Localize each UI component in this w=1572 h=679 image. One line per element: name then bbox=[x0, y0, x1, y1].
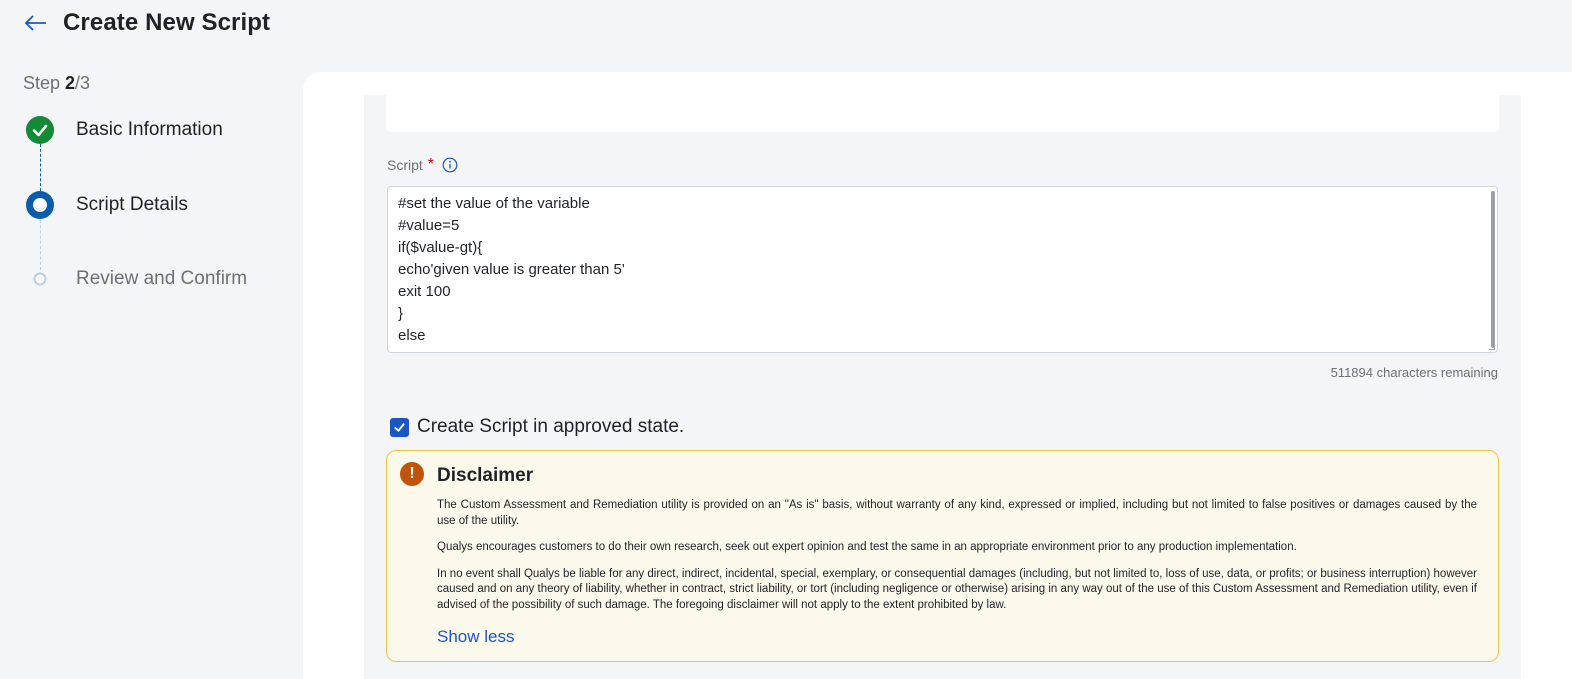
pending-step-icon bbox=[33, 272, 47, 286]
page-header: Create New Script bbox=[0, 0, 1572, 52]
disclaimer-body: The Custom Assessment and Remediation ut… bbox=[437, 498, 1477, 624]
script-line: echo'given value is greater than 5' bbox=[398, 261, 625, 278]
step-counter: Step 2/3 bbox=[23, 73, 91, 93]
script-content: #set the value of the variable #value=5 … bbox=[398, 193, 625, 347]
stepper: Step 2/3 Basic Information Script Detail… bbox=[0, 60, 300, 660]
script-line: } bbox=[398, 305, 404, 322]
active-step-icon bbox=[26, 191, 54, 219]
script-line: exit 100 bbox=[398, 283, 451, 300]
required-mark: * bbox=[427, 156, 435, 173]
script-line: #set the value of the variable bbox=[398, 195, 590, 212]
step-review-and-confirm[interactable]: Review and Confirm bbox=[0, 264, 300, 304]
script-line: if($value-gt){ bbox=[398, 239, 483, 256]
step-basic-information[interactable]: Basic Information bbox=[0, 115, 300, 155]
step-label: Script Details bbox=[76, 194, 188, 215]
textarea-scrollbar[interactable] bbox=[1491, 191, 1495, 348]
disclaimer-paragraph: The Custom Assessment and Remediation ut… bbox=[437, 499, 1477, 527]
disclaimer-paragraph: Qualys encourages customers to do their … bbox=[437, 541, 1297, 553]
exclamation-icon: ! bbox=[400, 462, 424, 486]
page-title: Create New Script bbox=[63, 9, 271, 36]
approve-checkbox[interactable] bbox=[390, 417, 409, 437]
arrow-left-icon[interactable] bbox=[22, 10, 50, 36]
resize-handle[interactable] bbox=[1489, 344, 1495, 350]
script-line: else bbox=[398, 327, 426, 344]
check-circle-icon bbox=[26, 116, 54, 144]
approve-state-option[interactable]: Create Script in approved state. bbox=[390, 416, 684, 438]
disclaimer-title: Disclaimer bbox=[437, 465, 534, 486]
disclaimer-paragraph: In no event shall Qualys be liable for a… bbox=[437, 567, 1477, 611]
approve-checkbox-label: Create Script in approved state. bbox=[417, 416, 685, 437]
checkmark-icon bbox=[394, 422, 405, 432]
script-textarea[interactable]: #set the value of the variable #value=5 … bbox=[387, 186, 1498, 353]
script-line: #value=5 bbox=[398, 217, 460, 234]
step-label: Review and Confirm bbox=[76, 268, 248, 289]
disclaimer-box: ! Disclaimer The Custom Assessment and R… bbox=[386, 450, 1499, 662]
step-script-details[interactable]: Script Details bbox=[0, 190, 300, 230]
characters-remaining: 511894 characters remaining bbox=[1330, 365, 1498, 380]
show-less-link[interactable]: Show less bbox=[437, 627, 514, 647]
script-field-label: Script * bbox=[387, 156, 458, 174]
info-icon[interactable] bbox=[442, 157, 458, 173]
step-label: Basic Information bbox=[76, 119, 223, 140]
previous-field-bottom[interactable] bbox=[386, 95, 1499, 132]
